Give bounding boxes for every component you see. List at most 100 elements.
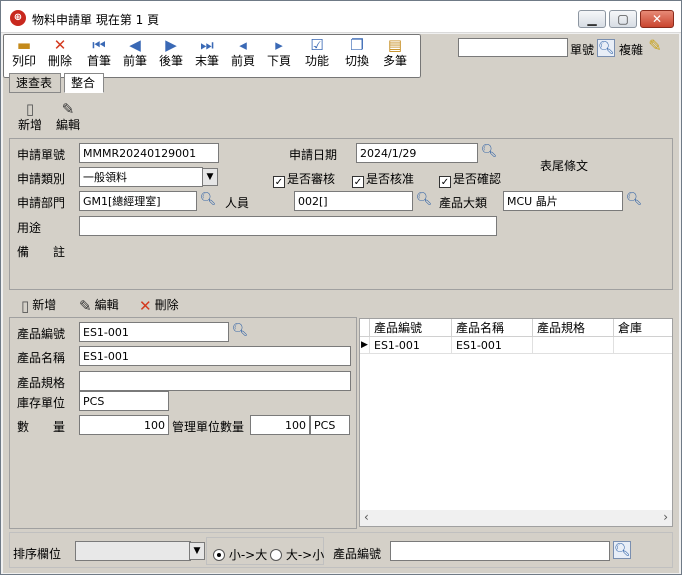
person-field[interactable] [294, 191, 413, 211]
product-category-lookup-button[interactable]: 🔍︎ [625, 191, 643, 209]
grid-header-product-spec[interactable]: 產品規格 [533, 319, 614, 337]
footer-product-no-label: 產品編號 [333, 547, 382, 561]
last-record-icon: ⏭ [200, 36, 214, 54]
magnifier-icon: 🔍︎ [199, 192, 217, 207]
scroll-right-icon[interactable]: › [663, 510, 668, 524]
minimize-button[interactable]: ▁ [578, 10, 606, 28]
tab-quick-lookup[interactable]: 速查表 [9, 73, 61, 93]
req-no-field[interactable] [79, 143, 219, 163]
toolbar-next-page-button[interactable]: ▸ 下頁 [263, 36, 295, 72]
stock-unit-field[interactable] [79, 391, 169, 411]
close-button[interactable]: ✕ [640, 10, 674, 28]
confirm-checkbox[interactable]: ✓ 是否確認 [439, 170, 501, 188]
delete-icon: ✕ [139, 297, 152, 315]
scroll-left-icon[interactable]: ‹ [364, 510, 369, 524]
toolbar-next-button[interactable]: ▶ 後筆 [155, 36, 187, 72]
product-no-field[interactable] [79, 322, 229, 342]
toolbar-first-button[interactable]: ⏮ 首筆 [83, 36, 115, 72]
purpose-label: 用途 [17, 221, 42, 235]
toolbar-prev-button[interactable]: ◀ 前筆 [119, 36, 151, 72]
grid-cell[interactable]: ES1-001 [452, 337, 533, 354]
magnifier-icon: 🔍︎ [415, 192, 433, 207]
grid-header-product-no[interactable]: 產品編號 [370, 319, 452, 337]
function-icon: ☑ [310, 36, 324, 54]
app-logo-icon: ⊕ [10, 10, 26, 26]
window-title: 物料申請單 現在第 1 頁 [32, 13, 160, 27]
prev-page-icon: ◂ [239, 36, 247, 54]
sort-field-select[interactable] [75, 541, 191, 561]
magnifier-icon: 🔍︎ [625, 192, 643, 207]
product-no-lookup-button[interactable]: 🔍︎ [231, 322, 249, 340]
remark-label: 備 註 [17, 245, 66, 259]
req-dept-lookup-button[interactable]: 🔍︎ [199, 191, 217, 209]
req-type-select[interactable] [79, 167, 203, 187]
header-new-button[interactable]: ▯ 新增 [15, 100, 45, 136]
grid-header-product-name[interactable]: 產品名稱 [452, 319, 533, 337]
product-no-label: 產品編號 [17, 327, 66, 341]
new-document-icon: ▯ [21, 297, 30, 315]
search-icon: 🔍︎ [614, 543, 631, 558]
title-bar: ⊕ 物料申請單 現在第 1 頁 ▁ ▢ ✕ [1, 1, 681, 33]
req-dept-field[interactable] [79, 191, 197, 211]
delete-icon: ✕ [53, 36, 67, 54]
mgmt-qty-label: 管理單位數量 [172, 420, 245, 434]
next-record-icon: ▶ [165, 36, 177, 54]
toolbar-delete-button[interactable]: ✕ 刪除 [45, 36, 75, 72]
sort-field-label: 排序欄位 [13, 547, 62, 561]
req-date-field[interactable] [356, 143, 478, 163]
review-checkbox[interactable]: ✓ 是否審核 [273, 170, 335, 188]
purpose-field[interactable] [79, 216, 497, 236]
radio-selected-icon [213, 549, 225, 561]
product-name-field[interactable] [79, 346, 351, 366]
toolbar-switch-button[interactable]: ❐ 切換 [341, 36, 373, 72]
checkmark-icon: ✓ [273, 176, 285, 188]
doc-search-button[interactable]: 🔍︎ [597, 39, 615, 57]
mgmt-unit-field[interactable] [310, 415, 350, 435]
toolbar-function-button[interactable]: ☑ 功能 [301, 36, 333, 72]
req-no-label: 申請單號 [17, 148, 66, 162]
copy-button[interactable]: ✎ [646, 37, 664, 55]
toolbar-last-button[interactable]: ⏭ 末筆 [191, 36, 223, 72]
client-area: ▬ 列印 ✕ 刪除 ⏮ 首筆 ◀ 前筆 ▶ 後筆 ⏭ 末筆 ◂ 前頁 ▸ 下頁 [3, 34, 679, 573]
doc-no-label: 單號 [570, 43, 595, 57]
quantity-field[interactable] [79, 415, 169, 435]
product-category-field[interactable] [503, 191, 623, 211]
req-date-lookup-button[interactable]: 🔍︎ [480, 143, 498, 161]
approve-checkbox[interactable]: ✓ 是否核准 [352, 170, 414, 188]
doc-search-input[interactable] [458, 38, 568, 57]
prev-record-icon: ◀ [129, 36, 141, 54]
detail-grid[interactable]: 產品編號 產品名稱 產品規格 倉庫 ▶ ES1-001 ES1-001 ‹ › [359, 318, 673, 527]
toolbar-prev-page-button[interactable]: ◂ 前頁 [227, 36, 259, 72]
req-type-dropdown-button[interactable]: ▼ [202, 168, 218, 186]
edit-document-icon: ✎ [79, 297, 92, 315]
detail-edit-button[interactable]: ✎ 編輯 [79, 296, 119, 315]
product-spec-field[interactable] [79, 371, 351, 391]
req-dept-label: 申請部門 [17, 196, 66, 210]
maximize-button[interactable]: ▢ [609, 10, 637, 28]
grid-cell[interactable]: ES1-001 [370, 337, 452, 354]
row-selector-icon[interactable]: ▶ [360, 337, 370, 354]
sort-asc-radio[interactable]: 小->大 [213, 546, 267, 563]
detail-new-button[interactable]: ▯ 新增 [21, 296, 56, 315]
grid-cell[interactable] [614, 337, 672, 354]
quantity-label: 數 量 [17, 420, 66, 434]
footer-search-button[interactable]: 🔍︎ [613, 541, 631, 559]
grid-header-warehouse[interactable]: 倉庫 [614, 319, 672, 337]
mgmt-qty-field[interactable] [250, 415, 310, 435]
checkmark-icon: ✓ [352, 176, 364, 188]
header-edit-button[interactable]: ✎ 編輯 [53, 100, 83, 136]
detail-delete-button[interactable]: ✕ 刪除 [139, 296, 179, 315]
toolbar-multi-button[interactable]: ▤ 多筆 [379, 36, 411, 72]
edit-document-icon: ✎ [61, 100, 75, 118]
tab-integrate[interactable]: 整合 [64, 73, 104, 93]
sort-desc-radio[interactable]: 大->小 [270, 546, 324, 563]
sort-field-dropdown-button[interactable]: ▼ [189, 542, 205, 560]
person-lookup-button[interactable]: 🔍︎ [415, 191, 433, 209]
grid-horizontal-scrollbar[interactable]: ‹ › [360, 510, 672, 526]
grid-cell[interactable] [533, 337, 614, 354]
new-document-icon: ▯ [25, 100, 35, 118]
multi-record-icon: ▤ [387, 36, 403, 54]
grid-corner [360, 319, 370, 337]
toolbar-print-button[interactable]: ▬ 列印 [9, 36, 39, 72]
footer-product-no-input[interactable] [390, 541, 610, 561]
